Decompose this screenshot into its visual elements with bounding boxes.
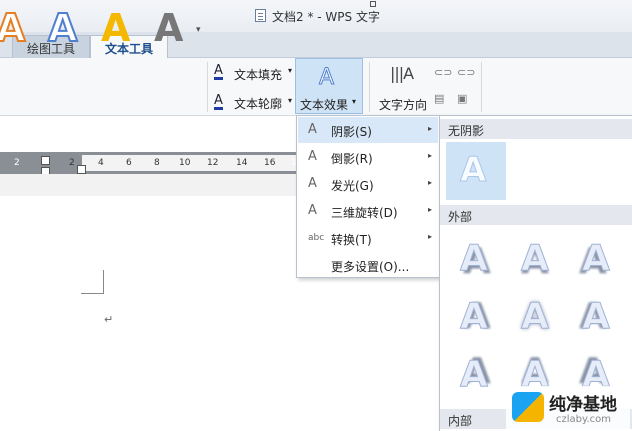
watermark-url: czlaby.com (556, 414, 612, 425)
ribbon-tab-row: 绘图工具 文本工具 (0, 32, 632, 58)
text-direction-button[interactable]: 文字方向 (379, 96, 427, 113)
transform-icon: abc (308, 233, 325, 243)
menu-item-more-settings[interactable]: 更多设置(O)... (298, 252, 438, 278)
text-fill-icon: A (214, 63, 223, 80)
text-style-gray[interactable]: A (154, 8, 183, 48)
ruler-number: 6 (126, 158, 132, 168)
3d-rotation-icon: A (308, 203, 317, 218)
document-icon (255, 9, 266, 22)
outer-shadow-option[interactable]: A (521, 238, 550, 280)
ruler-number: 12 (207, 158, 219, 168)
text-style-gold[interactable]: A (101, 8, 130, 48)
glow-icon: A (308, 176, 317, 191)
page-margin-corner (81, 270, 104, 294)
text-align-icon[interactable]: ▤ (434, 92, 444, 105)
menu-item-label: 发光(G) (331, 179, 374, 193)
paragraph-mark: ↵ (104, 313, 114, 326)
text-style-blue-outline[interactable]: A (47, 7, 78, 49)
menu-item-label: 阴影(S) (331, 125, 372, 139)
reflection-icon: A (308, 149, 317, 164)
window-title: 文档2 * - WPS 文字 (272, 10, 380, 24)
outer-shadow-option[interactable]: A (582, 296, 611, 338)
menu-item-transform[interactable]: abc 转换(T) ▸ (298, 225, 438, 251)
ruler-number: 2 (14, 158, 20, 168)
text-fill-button[interactable]: 文本填充 (234, 66, 282, 83)
no-shadow-sample: A (459, 150, 487, 191)
text-outline-dropdown-icon[interactable]: ▾ (288, 96, 292, 105)
text-outline-icon: A (214, 93, 223, 110)
text-effect-icon: A (318, 65, 335, 91)
menu-item-label: 三维旋转(D) (331, 206, 398, 220)
section-no-shadow: 无阴影 (440, 119, 632, 139)
menu-item-label: 转换(T) (331, 233, 372, 247)
hanging-indent-marker[interactable] (77, 165, 86, 174)
menu-item-reflection[interactable]: A 倒影(R) ▸ (298, 144, 438, 170)
text-style-orange-outline[interactable]: A (0, 7, 26, 49)
ruler-number: 8 (154, 158, 160, 168)
first-line-indent-marker[interactable] (41, 156, 50, 165)
menu-item-3d-rotation[interactable]: A 三维旋转(D) ▸ (298, 198, 438, 224)
section-outer: 外部 (440, 205, 632, 225)
outer-shadow-option[interactable]: A (582, 238, 611, 280)
submenu-arrow-icon: ▸ (427, 151, 432, 160)
outer-shadow-option[interactable]: A (521, 296, 550, 338)
text-fill-dropdown-icon[interactable]: ▾ (288, 66, 292, 75)
unlink-textbox-icon[interactable]: ⊂⊃ (457, 66, 475, 79)
submenu-arrow-icon: ▸ (427, 205, 432, 214)
watermark-title: 纯净基地 (549, 395, 617, 415)
ruler-number: 10 (179, 158, 191, 168)
submenu-arrow-icon: ▸ (427, 232, 432, 241)
ruler-number: 14 (236, 158, 248, 168)
shadow-icon: A (308, 122, 317, 137)
submenu-arrow-icon: ▸ (427, 178, 432, 187)
text-effect-menu: A 阴影(S) ▸ A 倒影(R) ▸ A 发光(G) ▸ A 三维旋转(D) … (296, 115, 440, 278)
text-direction-icon: |||A (390, 64, 414, 83)
ruler-number: 16 (264, 158, 276, 168)
gallery-more-icon[interactable]: ▾ (196, 25, 201, 35)
restore-icon[interactable] (370, 1, 376, 7)
menu-item-label: 更多设置(O)... (331, 260, 410, 274)
ruler-number: 4 (98, 158, 104, 168)
menu-item-shadow[interactable]: A 阴影(S) ▸ (298, 117, 438, 143)
outer-shadow-option[interactable]: A (460, 296, 489, 338)
submenu-arrow-icon: ▸ (427, 124, 432, 133)
watermark-logo-icon (512, 392, 544, 422)
text-effect-dropdown-icon: ▾ (352, 97, 357, 106)
text-outline-button[interactable]: 文本轮廓 (234, 95, 282, 112)
outer-shadow-option[interactable]: A (460, 354, 489, 396)
link-textbox-icon[interactable]: ⊂⊃ (434, 66, 452, 79)
text-effect-label: 文本效果 (300, 98, 349, 112)
menu-item-glow[interactable]: A 发光(G) ▸ (298, 171, 438, 197)
menu-item-label: 倒影(R) (331, 152, 373, 166)
text-margin-icon[interactable]: ▣ (457, 92, 467, 105)
ribbon-separator (481, 62, 482, 112)
ribbon-separator (369, 62, 370, 112)
outer-shadow-option[interactable]: A (460, 238, 489, 280)
title-bar: 文档2 * - WPS 文字 (0, 0, 632, 32)
ribbon-separator (207, 62, 208, 112)
ruler-number: 2 (69, 158, 75, 168)
